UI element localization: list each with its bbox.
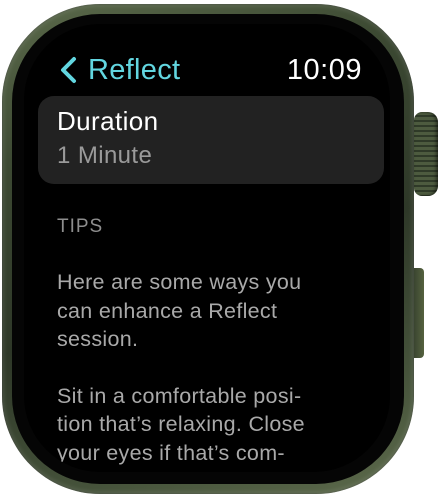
clock-time: 10:09 xyxy=(286,54,362,86)
tip-paragraph: Here are some ways you can enhance a Ref… xyxy=(57,270,302,351)
digital-crown[interactable] xyxy=(414,112,438,196)
watch-screen: Reflect 10:09 Duration 1 Minute TIPS Her… xyxy=(24,24,390,472)
back-button[interactable]: Reflect xyxy=(58,52,180,88)
tips-body: Here are some ways you can enhance a Ref… xyxy=(57,268,367,467)
tip-paragraph: Sit in a comfortable posi- tion that’s r… xyxy=(57,383,305,465)
back-button-label: Reflect xyxy=(88,53,181,86)
duration-value: 1 Minute xyxy=(57,142,153,169)
duration-setting-button[interactable]: Duration 1 Minute xyxy=(38,96,384,184)
side-button[interactable] xyxy=(414,268,424,358)
tips-heading: TIPS xyxy=(57,216,104,237)
duration-title: Duration xyxy=(57,106,159,136)
chevron-left-icon xyxy=(58,55,80,85)
